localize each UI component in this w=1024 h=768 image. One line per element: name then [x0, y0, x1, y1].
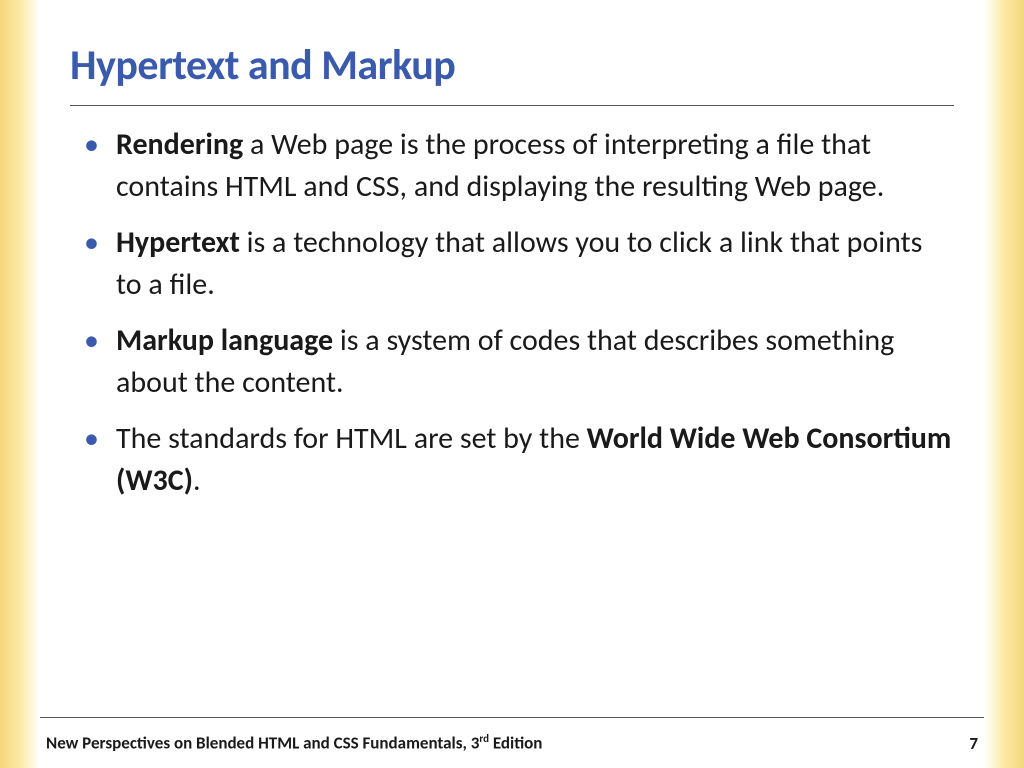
bullet-bold-term: Rendering	[116, 126, 243, 163]
left-border-decoration	[0, 0, 40, 768]
slide-title: Hypertext and Markup	[70, 40, 954, 91]
bullet-item: The standards for HTML are set by the Wo…	[70, 418, 954, 502]
footer-title-ordinal: rd	[479, 732, 489, 745]
bullet-bold-term: Hypertext	[116, 224, 240, 261]
footer-title-suffix: Edition	[489, 733, 542, 754]
right-border-decoration	[984, 0, 1024, 768]
bullet-item: Hypertext is a technology that allows yo…	[70, 222, 954, 306]
page-number: 7	[969, 733, 978, 754]
bullet-item: Rendering a Web page is the process of i…	[70, 124, 954, 208]
bullet-item: Markup language is a system of codes tha…	[70, 320, 954, 404]
footer-book-title: New Perspectives on Blended HTML and CSS…	[46, 732, 542, 754]
bullet-prefix: The standards for HTML are set by the	[116, 420, 587, 457]
title-divider	[70, 105, 954, 106]
slide-footer: New Perspectives on Blended HTML and CSS…	[40, 732, 984, 754]
slide-content: Hypertext and Markup Rendering a Web pag…	[40, 0, 984, 768]
footer-divider	[40, 717, 984, 718]
bullet-bold-term: Markup language	[116, 322, 333, 359]
footer-title-prefix: New Perspectives on Blended HTML and CSS…	[46, 733, 479, 754]
bullet-suffix: .	[193, 462, 201, 499]
bullet-list: Rendering a Web page is the process of i…	[70, 124, 954, 502]
